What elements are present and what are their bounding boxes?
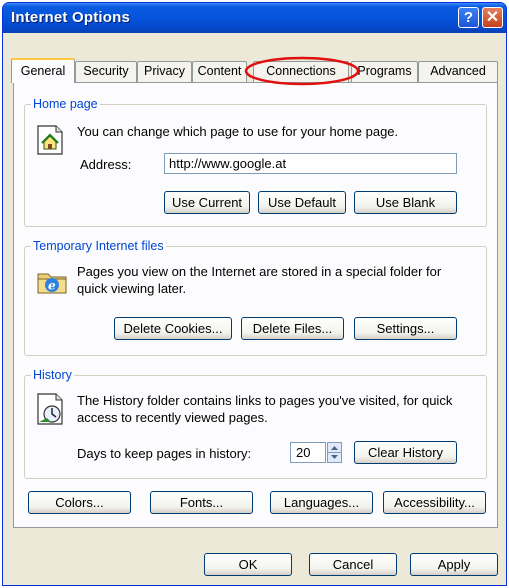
temp-internet-files-legend: Temporary Internet files: [31, 239, 166, 253]
ok-button[interactable]: OK: [204, 553, 292, 576]
tab-advanced[interactable]: Advanced: [418, 61, 498, 82]
address-input[interactable]: http://www.google.at: [164, 153, 457, 174]
connections-highlight-circle: [244, 56, 360, 86]
tab-programs[interactable]: Programs: [351, 61, 418, 82]
days-to-keep-input[interactable]: 20: [290, 442, 326, 463]
tab-security[interactable]: Security: [75, 61, 137, 82]
help-button[interactable]: ?: [458, 7, 479, 28]
home-page-description: You can change which page to use for you…: [77, 124, 399, 139]
use-default-button[interactable]: Use Default: [258, 191, 346, 214]
colors-button[interactable]: Colors...: [28, 491, 131, 514]
window-title: Internet Options: [11, 9, 131, 26]
home-page-icon: [37, 125, 63, 155]
tab-content[interactable]: Content: [192, 61, 247, 82]
home-page-group: Home page You can change which page to u…: [24, 97, 487, 227]
svg-text:e: e: [48, 279, 56, 293]
clear-history-button[interactable]: Clear History: [354, 441, 457, 464]
title-bar[interactable]: Internet Options ? ✕: [3, 3, 506, 33]
home-page-legend: Home page: [31, 97, 100, 111]
use-blank-button[interactable]: Use Blank: [354, 191, 457, 214]
use-current-button[interactable]: Use Current: [164, 191, 250, 214]
temporary-files-folder-icon: e: [37, 273, 67, 294]
temp-internet-files-group: Temporary Internet files e Pages you vie…: [24, 239, 487, 356]
days-spinner[interactable]: [327, 442, 342, 463]
address-label: Address:: [80, 157, 132, 172]
history-legend: History: [31, 368, 74, 382]
cancel-button[interactable]: Cancel: [309, 553, 397, 576]
tab-general[interactable]: General: [11, 58, 75, 83]
accessibility-button[interactable]: Accessibility...: [383, 491, 486, 514]
languages-button[interactable]: Languages...: [270, 491, 373, 514]
temp-files-description: Pages you view on the Internet are store…: [77, 264, 442, 296]
fonts-button[interactable]: Fonts...: [150, 491, 253, 514]
internet-options-window: Internet Options ? ✕ General Security Pr…: [2, 2, 507, 586]
apply-button[interactable]: Apply: [410, 553, 498, 576]
delete-files-button[interactable]: Delete Files...: [241, 317, 344, 340]
delete-cookies-button[interactable]: Delete Cookies...: [114, 317, 232, 340]
history-icon: [37, 393, 63, 425]
close-button[interactable]: ✕: [482, 7, 503, 28]
days-to-keep-label: Days to keep pages in history:: [77, 446, 252, 461]
history-group: History The History folder contains link…: [24, 368, 487, 479]
general-tab-panel: Home page You can change which page to u…: [13, 82, 498, 528]
settings-button[interactable]: Settings...: [354, 317, 457, 340]
tab-privacy[interactable]: Privacy: [137, 61, 192, 82]
history-description: The History folder contains links to pag…: [77, 393, 453, 425]
